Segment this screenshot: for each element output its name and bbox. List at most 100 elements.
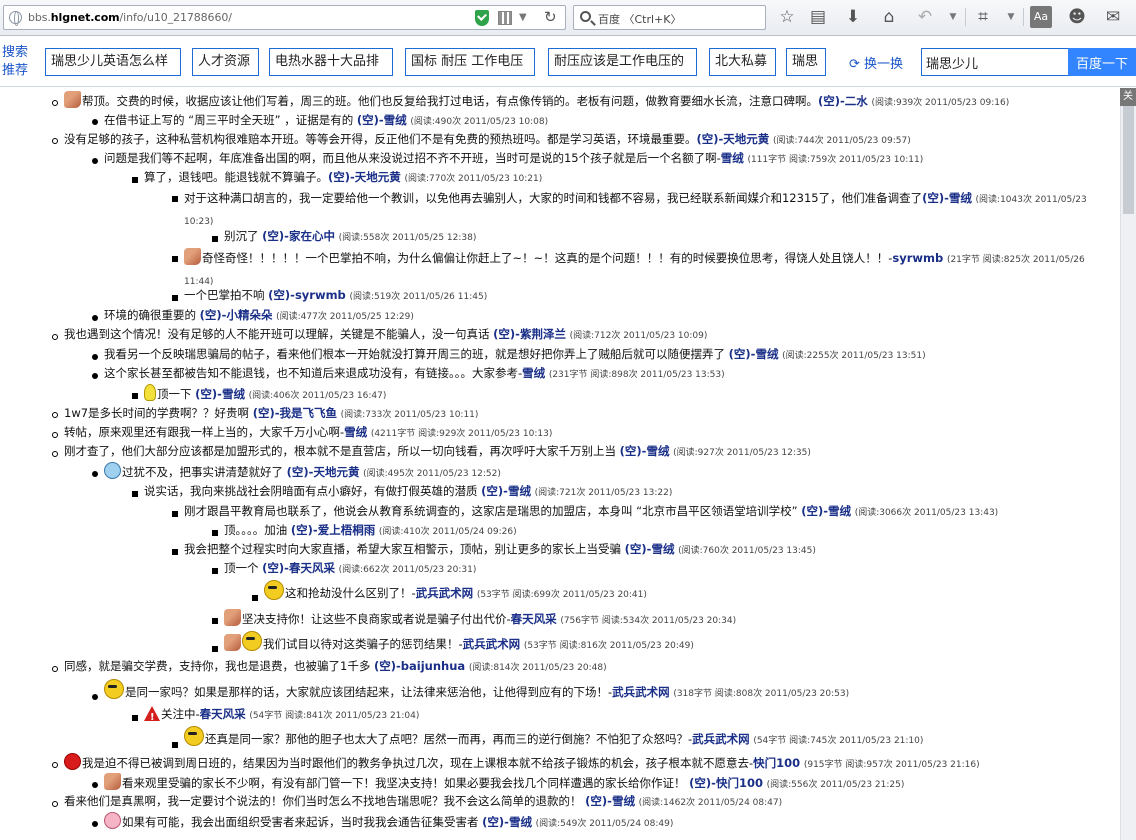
list-item[interactable]: 问题是我们等不起啊，年底准备出国的啊，而且他从来没说过招不齐不开班，当时可是说的… xyxy=(104,149,923,170)
list-item[interactable]: 顶。。。。加油 (空)-爱上梧桐雨 (阅读:410次 2011/05/24 09… xyxy=(224,521,517,542)
list-item[interactable]: 我看另一个反映瑞思骗局的帖子，看来他们根本一开始就没打算开周三的班，就是想好把你… xyxy=(104,345,926,366)
list-bullet xyxy=(172,256,178,262)
list-bullet xyxy=(92,694,98,700)
crop-icon[interactable]: ⌗ xyxy=(972,6,994,28)
list-bullet xyxy=(212,236,218,242)
list-item[interactable]: 我会把整个过程实时向大家直播，希望大家互相警示，顶帖，别让更多的家长上当受骗 (… xyxy=(184,540,816,561)
list-item[interactable]: 这和抢劫没什么区别了！-武兵武术网 (53字节 阅读:699次 2011/05/… xyxy=(264,580,647,607)
keyword-button[interactable]: 瑞思少儿英语怎么样 xyxy=(45,48,181,76)
thumb-icon xyxy=(104,773,121,790)
list-item[interactable]: 1w7是多长时间的学费啊？？好贵啊 (空)-我是飞飞鱼 (阅读:733次 201… xyxy=(64,404,478,425)
thread-tree: 帮顶。交费的时候，收据应该让他们写着，周三的班。他们也反复给我打过电话，有点像传… xyxy=(0,88,1120,840)
list-bullet xyxy=(212,530,218,536)
smiley-icon[interactable]: ☻ xyxy=(1066,6,1088,28)
list-item[interactable]: 我也遇到这个情况！没有足够的人不能开班可以理解，关键是不能骗人，没一句真话 (空… xyxy=(64,325,707,346)
hand-icon xyxy=(64,91,81,108)
reading-list-icon[interactable]: ▤ xyxy=(807,6,829,28)
keyword-button[interactable]: 北大私募 xyxy=(709,48,776,76)
list-bullet xyxy=(212,646,218,652)
close-side-tab[interactable]: 关 xyxy=(1120,88,1136,106)
list-bullet xyxy=(92,158,98,164)
face-icon xyxy=(104,462,121,479)
list-item[interactable]: 转帖，原来观里还有跟我一样上当的，大家千万小心啊-雪绒 (4211字节 阅读:9… xyxy=(64,423,552,444)
undo-icon[interactable]: ↶ xyxy=(914,6,936,28)
vertical-scrollbar[interactable] xyxy=(1120,88,1136,840)
address-bar[interactable]: bbs.hlgnet.com/info/u10_21788660/ ▼ ↻ xyxy=(3,5,566,30)
crop-dropdown-icon[interactable]: ▼ xyxy=(1000,6,1022,28)
list-item[interactable]: 在借书证上写的 “周三平时全天班” ，证据是有的 (空)-雪绒 (阅读:490次… xyxy=(104,111,548,132)
list-item[interactable]: 说实话，我向来挑战社会阴暗面有点小癖好，有做打假英雄的潜质 (空)-雪绒 (阅读… xyxy=(144,482,672,503)
keyword-button[interactable]: 耐压应该是工作电压的 xyxy=(548,48,697,76)
scrollbar-thumb[interactable] xyxy=(1123,94,1134,214)
list-item[interactable]: 看来他们是真黑啊，我一定要讨个说法的！你们当时怎么不找地告瑞思呢？我不会这么简单… xyxy=(64,792,782,813)
toolbar-separator xyxy=(965,8,966,26)
list-item[interactable]: 我是迫不得已被调到周日班的，结果因为当时跟他们的教务争执过几次，现在上课根本就不… xyxy=(64,753,980,775)
list-bullet xyxy=(52,334,58,340)
browser-toolbar: bbs.hlgnet.com/info/u10_21788660/ ▼ ↻ 百度… xyxy=(0,0,1136,36)
refresh-keywords-button[interactable]: ⟳ 换一换 xyxy=(849,53,903,72)
list-item[interactable]: 顶一个 (空)-春天风采 (阅读:662次 2011/05/23 20:31) xyxy=(224,559,476,580)
list-bullet xyxy=(92,119,98,125)
globe-icon xyxy=(9,11,22,26)
list-item[interactable]: 如果有可能，我会出面组织受害者来起诉，当时我我会通告征集受害者 (空)-雪绒 (… xyxy=(104,812,673,834)
list-bullet xyxy=(252,595,258,601)
list-bullet xyxy=(172,549,178,555)
undo-dropdown-icon[interactable]: ▼ xyxy=(942,6,964,28)
list-item[interactable]: 算了，退钱吧。能退钱就不算骗子。(空)-天地元黄 (阅读:770次 2011/0… xyxy=(144,168,542,189)
list-item[interactable]: 这个家长甚至都被告知不能退钱，也不知道后来退成功没有，有链接。。。大家参考-雪绒… xyxy=(104,364,725,385)
url-text[interactable]: bbs.hlgnet.com/info/u10_21788660/ xyxy=(28,11,232,24)
search-icon xyxy=(580,11,591,22)
url-domain: hlgnet.com xyxy=(50,11,120,24)
list-bullet xyxy=(132,177,138,183)
chevron-down-icon[interactable]: ▼ xyxy=(519,12,527,23)
refresh-label: 换一换 xyxy=(864,57,904,72)
list-bullet xyxy=(52,412,58,418)
browser-search-box[interactable]: 百度 〈Ctrl+K〉 xyxy=(573,5,766,30)
list-bullet xyxy=(92,373,98,379)
list-item[interactable]: 关注中-春天风采 (54字节 阅读:841次 2011/05/23 21:04) xyxy=(144,705,419,727)
refresh-icon: ⟳ xyxy=(849,57,865,72)
list-item[interactable]: 坚决支持你！让这些不良商家或者说是骗子付出代价-春天风采 (756字节 阅读:5… xyxy=(224,609,736,631)
list-item[interactable]: 刚才查了，他们大部分应该都是加盟形式的，根本就不是直营店，所以一切向钱看，再次呼… xyxy=(64,442,811,463)
download-icon[interactable]: ⬇ xyxy=(842,6,864,28)
baidu-recommend-bar: 搜索推荐 瑞思少儿英语怎么样 人才资源 电热水器十大品排 国标 耐压 工作电压 … xyxy=(0,37,1136,87)
list-item[interactable]: 刚才跟昌平教育局也联系了，他说会从教育系统调查的，这家店是瑞思的加盟店，本身叫 … xyxy=(184,502,998,523)
shield-icon[interactable] xyxy=(475,10,489,26)
home-icon[interactable]: ⌂ xyxy=(878,6,900,28)
list-bullet xyxy=(52,432,58,438)
list-item[interactable]: 顶一下 (空)-雪绒 (阅读:406次 2011/05/23 16:47) xyxy=(144,384,386,406)
list-item[interactable]: 对于这种满口胡言的，我一定要给他一个教训，以免他再去骗别人，大家的时间和钱都不容… xyxy=(184,188,1114,232)
thumb-icon xyxy=(224,609,241,626)
thumb-icon xyxy=(224,634,241,651)
keyword-button[interactable]: 电热水器十大品排 xyxy=(269,48,393,76)
list-item[interactable]: 过犹不及，把事实讲清楚就好了 (空)-天地元黄 (阅读:495次 2011/05… xyxy=(104,462,501,484)
star-icon[interactable]: ☆ xyxy=(776,6,798,28)
search-placeholder: 百度 〈Ctrl+K〉 xyxy=(598,13,682,26)
list-item[interactable]: 没有足够的孩子，这种私营机构很难赔本开班。等等会开得，反正他们不是有免费的预热班… xyxy=(64,130,911,151)
list-item[interactable]: 帮顶。交费的时候，收据应该让他们写着，周三的班。他们也反复给我打过电话，有点像传… xyxy=(64,91,1009,113)
list-bullet xyxy=(52,762,58,768)
list-bullet xyxy=(92,782,98,788)
list-item[interactable]: 别沉了 (空)-家在心中 (阅读:558次 2011/05/25 12:38) xyxy=(224,227,476,248)
chat-icon[interactable]: ✉ xyxy=(1102,6,1124,28)
list-item[interactable]: 我们试目以待对这类骗子的惩罚结果！-武兵武术网 (53字节 阅读:816次 20… xyxy=(224,631,694,658)
keyword-button[interactable]: 国标 耐压 工作电压 xyxy=(405,48,535,76)
keyword-button[interactable]: 人才资源 xyxy=(192,48,259,76)
baidu-search-input[interactable] xyxy=(921,48,1069,76)
list-item[interactable]: 一个巴掌拍不响 (空)-syrwmb (阅读:519次 2011/05/26 1… xyxy=(184,286,487,307)
list-item[interactable]: 还真是同一家？那他的胆子也太大了点吧？居然一而再，再而三的逆行倒施？不怕犯了众怒… xyxy=(184,726,923,753)
font-size-icon[interactable]: Aa xyxy=(1030,6,1052,28)
list-bullet xyxy=(52,801,58,807)
list-bullet xyxy=(52,138,58,144)
keyword-button[interactable]: 瑞思 xyxy=(786,48,826,76)
list-bullet xyxy=(92,354,98,360)
list-bullet xyxy=(172,511,178,517)
list-item[interactable]: 是同一家吗？如果是那样的话，大家就应该团结起来，让法律来惩治他，让他得到应有的下… xyxy=(104,679,849,706)
reload-icon[interactable]: ↻ xyxy=(544,8,557,26)
baidu-search-button[interactable]: 百度一下 xyxy=(1068,48,1136,76)
recommend-label: 搜索推荐 xyxy=(2,45,29,78)
list-bullet xyxy=(92,471,98,477)
list-item[interactable]: 同感，就是骗交学费，支持你，我也是退费，也被骗了1千多 (空)-baijunhu… xyxy=(64,657,607,678)
list-item[interactable]: 环境的确很重要的 (空)-小精朵朵 (阅读:477次 2011/05/25 12… xyxy=(104,306,414,327)
qr-code-icon[interactable] xyxy=(498,11,512,25)
